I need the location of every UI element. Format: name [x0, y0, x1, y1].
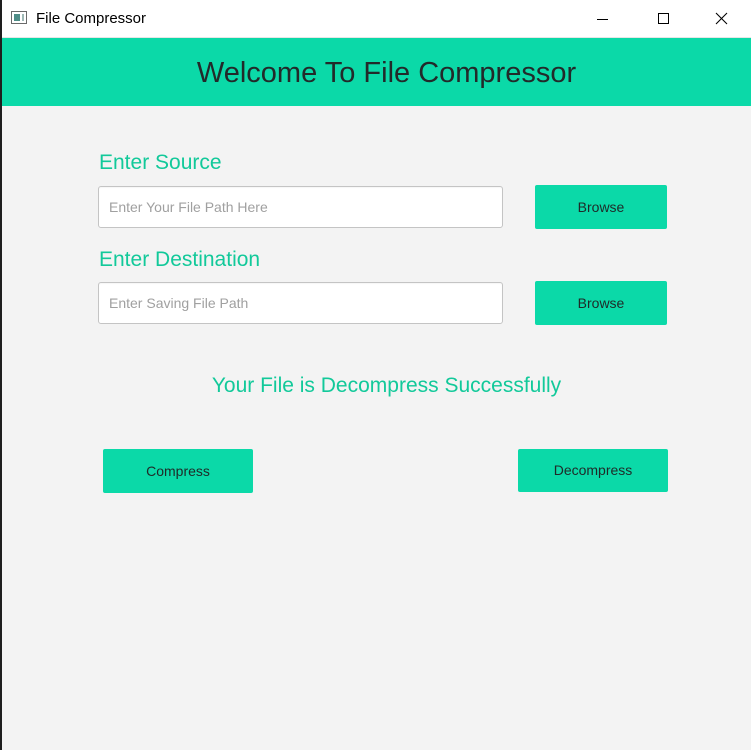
- app-window: File Compressor Welcome To File Compress…: [2, 0, 751, 750]
- status-message: Your File is Decompress Successfully: [211, 374, 562, 397]
- browse-destination-button[interactable]: Browse: [535, 281, 667, 325]
- window-title: File Compressor: [36, 10, 147, 27]
- page-title: Welcome To File Compressor: [196, 57, 577, 89]
- welcome-banner: Welcome To File Compressor: [2, 38, 751, 106]
- destination-label: Enter Destination: [99, 248, 261, 271]
- destination-path-input[interactable]: [98, 282, 503, 324]
- compress-button[interactable]: Compress: [103, 449, 253, 493]
- close-icon: [715, 12, 728, 25]
- decompress-button[interactable]: Decompress: [518, 449, 668, 492]
- maximize-button[interactable]: [632, 0, 690, 38]
- source-path-input[interactable]: [98, 186, 503, 228]
- browse-source-button[interactable]: Browse: [535, 185, 667, 229]
- minimize-button[interactable]: [573, 0, 631, 38]
- source-label: Enter Source: [99, 151, 222, 174]
- app-icon: [11, 11, 27, 24]
- minimize-icon: [597, 19, 608, 20]
- title-bar[interactable]: File Compressor: [2, 0, 751, 38]
- maximize-icon: [658, 13, 669, 24]
- close-button[interactable]: [692, 0, 750, 38]
